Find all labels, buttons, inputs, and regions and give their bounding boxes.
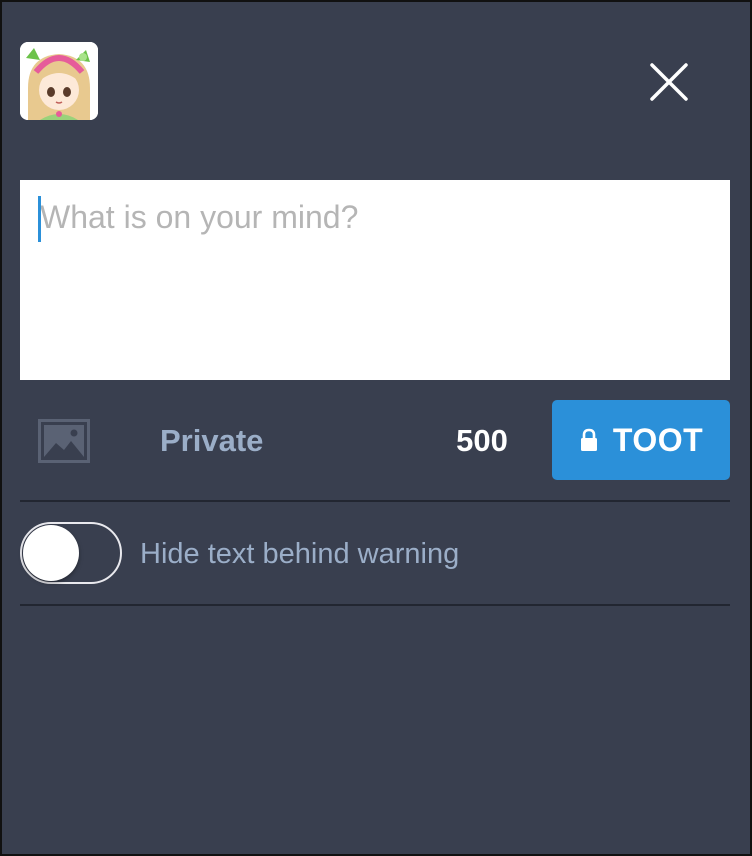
toggle-knob [23,525,79,581]
content-warning-toggle[interactable] [20,522,122,584]
privacy-selector[interactable]: Private [160,421,263,461]
compose-textarea[interactable] [20,180,730,380]
divider [20,604,730,606]
toot-button-label: TOOT [612,421,704,458]
lock-icon [579,428,599,452]
close-button[interactable] [648,61,690,103]
add-media-button[interactable] [38,419,90,463]
content-warning-label: Hide text behind warning [140,538,460,570]
divider [20,500,730,502]
user-avatar[interactable] [20,42,98,120]
close-icon [650,63,688,101]
image-icon [38,419,90,463]
character-counter: 500 [456,423,508,458]
compose-screen: Private 500 TOOT Hide text behind warnin… [0,0,752,856]
text-caret [38,196,41,242]
compose-box [20,180,730,380]
toot-button[interactable]: TOOT [552,400,730,480]
